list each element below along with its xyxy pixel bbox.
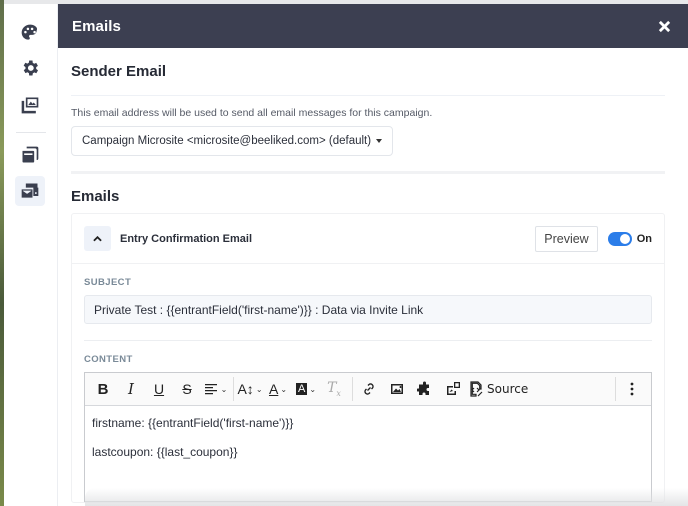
source-button[interactable]: Source (468, 376, 528, 402)
chevron-down-icon: ⌄ (255, 384, 263, 394)
remove-format-button[interactable]: Tx (321, 376, 347, 402)
content-label: CONTENT (84, 354, 133, 365)
close-button[interactable] (654, 16, 674, 36)
underline-icon: U (153, 381, 165, 397)
background-color-icon: A (295, 383, 308, 395)
more-button[interactable] (619, 376, 645, 402)
emails-heading: Emails (71, 188, 120, 205)
sender-help-text: This email address will be used to send … (71, 107, 433, 119)
sender-email-dropdown[interactable]: Campaign Microsite <microsite@beeliked.c… (71, 126, 394, 156)
sender-email-selected: Campaign Microsite <microsite@beeliked.c… (82, 135, 372, 147)
link-button[interactable] (356, 376, 382, 402)
divider (84, 340, 652, 341)
underline-button[interactable]: U (146, 376, 172, 402)
email-enabled-toggle[interactable] (607, 231, 632, 246)
image-button[interactable] (384, 376, 410, 402)
divider (71, 171, 665, 174)
bottom-overlay-shadow (85, 488, 688, 506)
puzzle-icon (417, 381, 429, 395)
panel-content: Sender Email This email address will be … (58, 63, 688, 503)
email-card-header: Entry Confirmation Email Preview On (72, 214, 664, 264)
gear-icon (23, 60, 38, 76)
emails-panel: Emails Sender Email This email address w… (58, 4, 688, 506)
chevron-down-icon: ⌄ (309, 384, 317, 394)
sidebar-item-emails[interactable] (15, 176, 45, 206)
collapse-button[interactable] (84, 226, 111, 251)
editor-line: firstname: {{entrantField('first-name')}… (92, 416, 294, 430)
plugin-button[interactable] (412, 376, 438, 402)
source-code-icon (470, 381, 483, 397)
subject-label: SUBJECT (84, 277, 132, 288)
toolbar-separator (233, 377, 234, 401)
editor-content[interactable]: firstname: {{entrantField('first-name')}… (85, 406, 651, 484)
bold-icon: B (97, 380, 109, 398)
editor-toolbar: B I U S ⌄ A↕ ⌄ A ⌄ A ⌄ Tx Source (85, 373, 651, 406)
text-color-icon: A (268, 381, 279, 397)
toggle-label: On (636, 232, 652, 245)
panel-title: Emails (72, 17, 121, 35)
strikethrough-button[interactable]: S (174, 376, 200, 402)
subject-input[interactable]: Private Test : {{entrantField('first-nam… (84, 295, 652, 324)
toolbar-separator (615, 377, 616, 401)
divider (71, 95, 665, 96)
chevron-down-icon: ⌄ (220, 384, 228, 394)
sidebar-item-settings[interactable] (15, 53, 45, 83)
sidebar-item-images[interactable] (15, 90, 45, 120)
close-icon (658, 20, 670, 32)
bold-button[interactable]: B (90, 376, 116, 402)
panel-header: Emails (58, 4, 688, 48)
strikethrough-icon: S (182, 381, 192, 397)
email-card: Entry Confirmation Email Preview On SUBJ… (71, 213, 665, 503)
align-dropdown[interactable]: ⌄ (202, 376, 228, 402)
sidebar-item-pages[interactable] (15, 140, 45, 170)
remove-format-icon: Tx (327, 380, 341, 398)
align-left-icon (204, 384, 217, 395)
sender-email-heading: Sender Email (71, 63, 167, 80)
text-color-dropdown[interactable]: A ⌄ (265, 376, 291, 402)
source-label: Source (487, 382, 529, 396)
sidebar (4, 4, 58, 506)
embed-button[interactable] (440, 376, 466, 402)
caret-down-icon (376, 139, 383, 143)
windows-icon (22, 146, 39, 163)
email-card-body: SUBJECT Private Test : {{entrantField('f… (72, 277, 664, 502)
font-size-dropdown[interactable]: A↕ ⌄ (237, 376, 263, 402)
chevron-up-icon (93, 235, 102, 241)
sidebar-item-design[interactable] (15, 18, 45, 48)
more-vertical-icon (630, 382, 634, 396)
editor-line: lastcoupon: {{last_coupon}} (92, 445, 238, 459)
preview-button[interactable]: Preview (535, 225, 598, 252)
image-icon (391, 384, 403, 394)
rich-text-editor: B I U S ⌄ A↕ ⌄ A ⌄ A ⌄ Tx Source firstna… (84, 372, 652, 502)
italic-icon: I (128, 380, 134, 398)
images-icon (21, 97, 39, 114)
background-color-dropdown[interactable]: A ⌄ (293, 376, 319, 402)
chevron-down-icon: ⌄ (280, 384, 288, 394)
embed-media-icon (447, 382, 460, 395)
sidebar-divider (16, 132, 46, 133)
email-stack-icon (21, 183, 39, 198)
font-size-icon: A↕ (237, 381, 254, 397)
email-card-title: Entry Confirmation Email (120, 232, 253, 245)
palette-icon (21, 24, 38, 40)
toolbar-separator (352, 377, 353, 401)
link-icon (364, 383, 374, 395)
italic-button[interactable]: I (118, 376, 144, 402)
